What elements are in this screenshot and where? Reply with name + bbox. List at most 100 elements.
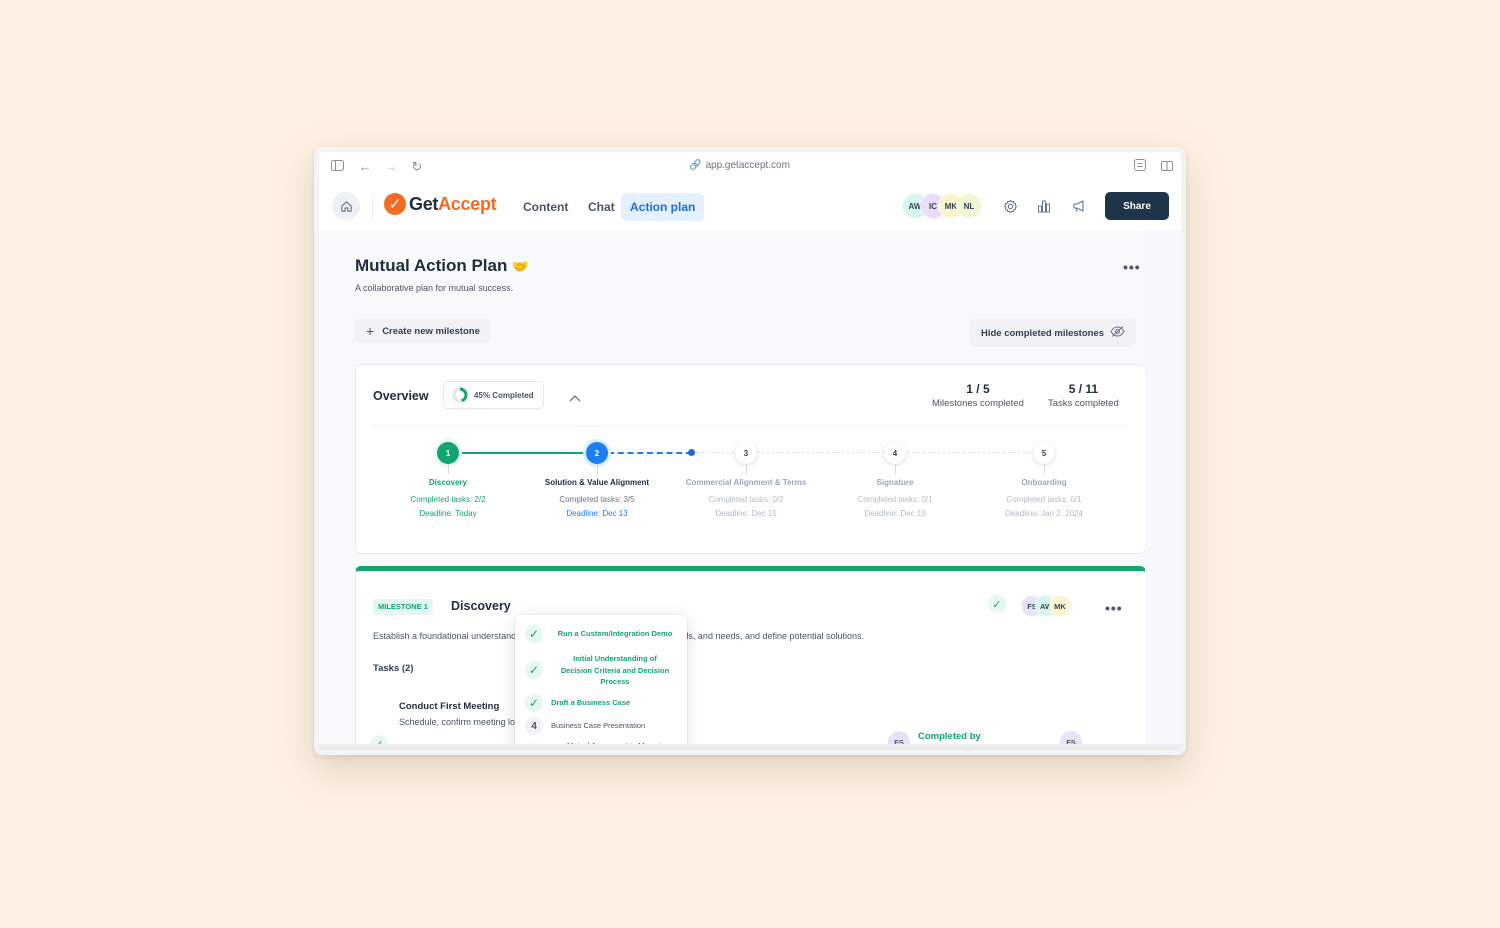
step-commercial-alignment-terms[interactable]: 3 Commercial Alignment & Terms Completed… — [666, 435, 826, 521]
logo-text-accept: Accept — [438, 193, 497, 214]
announcement-megaphone-icon[interactable] — [1070, 197, 1088, 215]
nav-tab-chat[interactable]: Chat — [579, 193, 624, 221]
popover-task-item[interactable]: ✓ Run a Custom/Integration Demo — [525, 625, 681, 643]
step-name: Onboarding — [1021, 478, 1067, 487]
link-icon: 🔗 — [689, 160, 702, 171]
step-deadline: Deadline: Today — [419, 509, 477, 518]
step-completed-tasks: Completed tasks: 0/1 — [1006, 495, 1082, 504]
page-title: Mutual Action Plan 🤝 — [355, 256, 528, 276]
milestone-card: MILESTONE 1 Discovery ✓ FS AW MK ••• Est… — [355, 566, 1146, 750]
handshake-icon: 🤝 — [512, 259, 529, 274]
step-name: Commercial Alignment & Terms — [685, 478, 807, 487]
step-stem — [447, 464, 449, 474]
step-number: 3 — [735, 442, 757, 464]
page-more-options-icon[interactable]: ••• — [1123, 260, 1141, 274]
overview-title: Overview — [373, 389, 429, 403]
step-solution-value-alignment[interactable]: 2 Solution & Value Alignment Completed t… — [517, 435, 677, 521]
step-completed-tasks: Completed tasks: 2/2 — [410, 495, 486, 504]
step-deadline: Deadline: Jan 2, 2024 — [1005, 509, 1083, 518]
step-signature[interactable]: 4 Signature Completed tasks: 0/1 Deadlin… — [815, 435, 975, 521]
url-text: app.getaccept.com — [705, 160, 790, 171]
task-done-check-icon: ✓ — [525, 625, 543, 643]
step-stem — [894, 464, 896, 474]
milestone-title[interactable]: Discovery — [451, 599, 511, 613]
address-bar[interactable]: 🔗 app.getaccept.com — [689, 160, 790, 171]
sidebar-icon[interactable] — [329, 159, 345, 175]
share-button[interactable]: Share — [1105, 192, 1169, 220]
step-number: 4 — [884, 442, 906, 464]
create-milestone-label: Create new milestone — [382, 325, 480, 337]
reload-icon[interactable]: ↻ — [409, 159, 425, 175]
nav-tab-content[interactable]: Content — [514, 193, 577, 221]
task-done-check-icon: ✓ — [525, 694, 543, 712]
milestone-complete-check-icon[interactable]: ✓ — [988, 595, 1006, 613]
step-deadline: Deadline: Dec 15 — [715, 509, 777, 518]
page-subtitle: A collaborative plan for mutual success. — [355, 283, 514, 293]
popover-task-item[interactable]: ✓ Initial Understanding of Decision Crit… — [525, 653, 681, 688]
milestone-stepper: 1 Discovery Completed tasks: 2/2 Deadlin… — [356, 435, 1145, 535]
page-title-text: Mutual Action Plan — [355, 256, 508, 275]
step-stem — [1043, 464, 1045, 474]
overview-card: Overview 45% Completed 1 / 5 Milestones … — [355, 364, 1146, 554]
milestone-assignees[interactable]: FS AW MK — [1021, 595, 1071, 617]
app-header: ✓ GetAccept Content Chat Action plan AW … — [319, 182, 1181, 230]
step-deadline: Deadline: Dec 13 — [566, 509, 628, 518]
popover-task-item[interactable]: 4 Business Case Presentation — [525, 717, 681, 735]
step-tasks-popover: ✓ Run a Custom/Integration Demo ✓ Initia… — [515, 615, 687, 750]
plus-icon: + — [366, 323, 375, 339]
tasks-completed-label: Tasks completed — [1048, 398, 1119, 409]
hide-completed-label: Hide completed milestones — [981, 327, 1105, 339]
getaccept-logo[interactable]: ✓ GetAccept — [384, 193, 497, 215]
popover-task-item[interactable]: ✓ Draft a Business Case — [525, 694, 681, 712]
analytics-chart-icon[interactable] — [1035, 197, 1053, 215]
milestones-completed-label: Milestones completed — [932, 398, 1024, 409]
popover-task-label: Draft a Business Case — [551, 698, 631, 708]
logo-text-get: Get — [409, 193, 439, 214]
forward-icon[interactable]: → — [383, 159, 399, 175]
overview-divider — [373, 425, 1128, 426]
split-view-icon[interactable] — [1159, 159, 1175, 175]
step-number: 2 — [586, 442, 608, 464]
step-number: 5 — [1033, 442, 1055, 464]
tasks-completed-stat: 5 / 11 Tasks completed — [1048, 382, 1119, 409]
step-completed-tasks: Completed tasks: 0/2 — [708, 495, 784, 504]
completed-by-label: Completed by — [918, 731, 981, 742]
step-name: Discovery — [428, 478, 468, 487]
step-name: Signature — [876, 478, 914, 487]
milestones-completed-value: 1 / 5 — [966, 382, 990, 396]
home-button[interactable] — [332, 192, 360, 220]
settings-gear-icon[interactable] — [1001, 197, 1019, 215]
step-onboarding[interactable]: 5 Onboarding Completed tasks: 0/1 Deadli… — [964, 435, 1124, 521]
milestone-more-options-icon[interactable]: ••• — [1105, 601, 1123, 615]
hide-completed-milestones-button[interactable]: Hide completed milestones — [970, 319, 1137, 347]
avatar[interactable]: MK — [1049, 595, 1071, 617]
task-number-badge: 4 — [525, 717, 543, 735]
back-icon[interactable]: ← — [357, 159, 373, 175]
tasks-heading: Tasks (2) — [373, 663, 414, 674]
milestones-completed-stat: 1 / 5 Milestones completed — [932, 382, 1024, 409]
step-number: 1 — [437, 442, 459, 464]
reader-icon[interactable] — [1132, 159, 1148, 175]
create-milestone-button[interactable]: + Create new milestone — [355, 319, 491, 343]
home-icon — [340, 200, 352, 212]
task-done-check-icon: ✓ — [525, 661, 543, 680]
logo-check-icon: ✓ — [384, 193, 406, 215]
task-title[interactable]: Conduct First Meeting — [399, 701, 499, 712]
avatar[interactable]: NL — [956, 193, 982, 219]
tasks-completed-value: 5 / 11 — [1068, 382, 1099, 396]
collapse-chevron-up-icon[interactable] — [569, 389, 581, 407]
step-name: Solution & Value Alignment — [544, 478, 650, 487]
progress-label: 45% Completed — [474, 390, 534, 400]
action-plan-content: Mutual Action Plan 🤝 A collaborative pla… — [319, 230, 1181, 750]
progress-ring — [452, 387, 468, 403]
step-deadline: Deadline: Dec 19 — [864, 509, 926, 518]
step-completed-tasks: Completed tasks: 3/5 — [559, 495, 635, 504]
browser-toolbar: ← → ↻ 🔗 app.getaccept.com — [319, 152, 1181, 182]
step-stem — [596, 464, 598, 474]
progress-badge: 45% Completed — [443, 381, 544, 409]
nav-tab-action-plan[interactable]: Action plan — [621, 193, 705, 221]
step-discovery[interactable]: 1 Discovery Completed tasks: 2/2 Deadlin… — [368, 435, 528, 521]
milestone-badge: MILESTONE 1 — [373, 599, 433, 615]
participants-group[interactable]: AW IC MK NL — [902, 193, 982, 219]
popover-task-label: Run a Custom/Integration Demo — [557, 629, 673, 639]
